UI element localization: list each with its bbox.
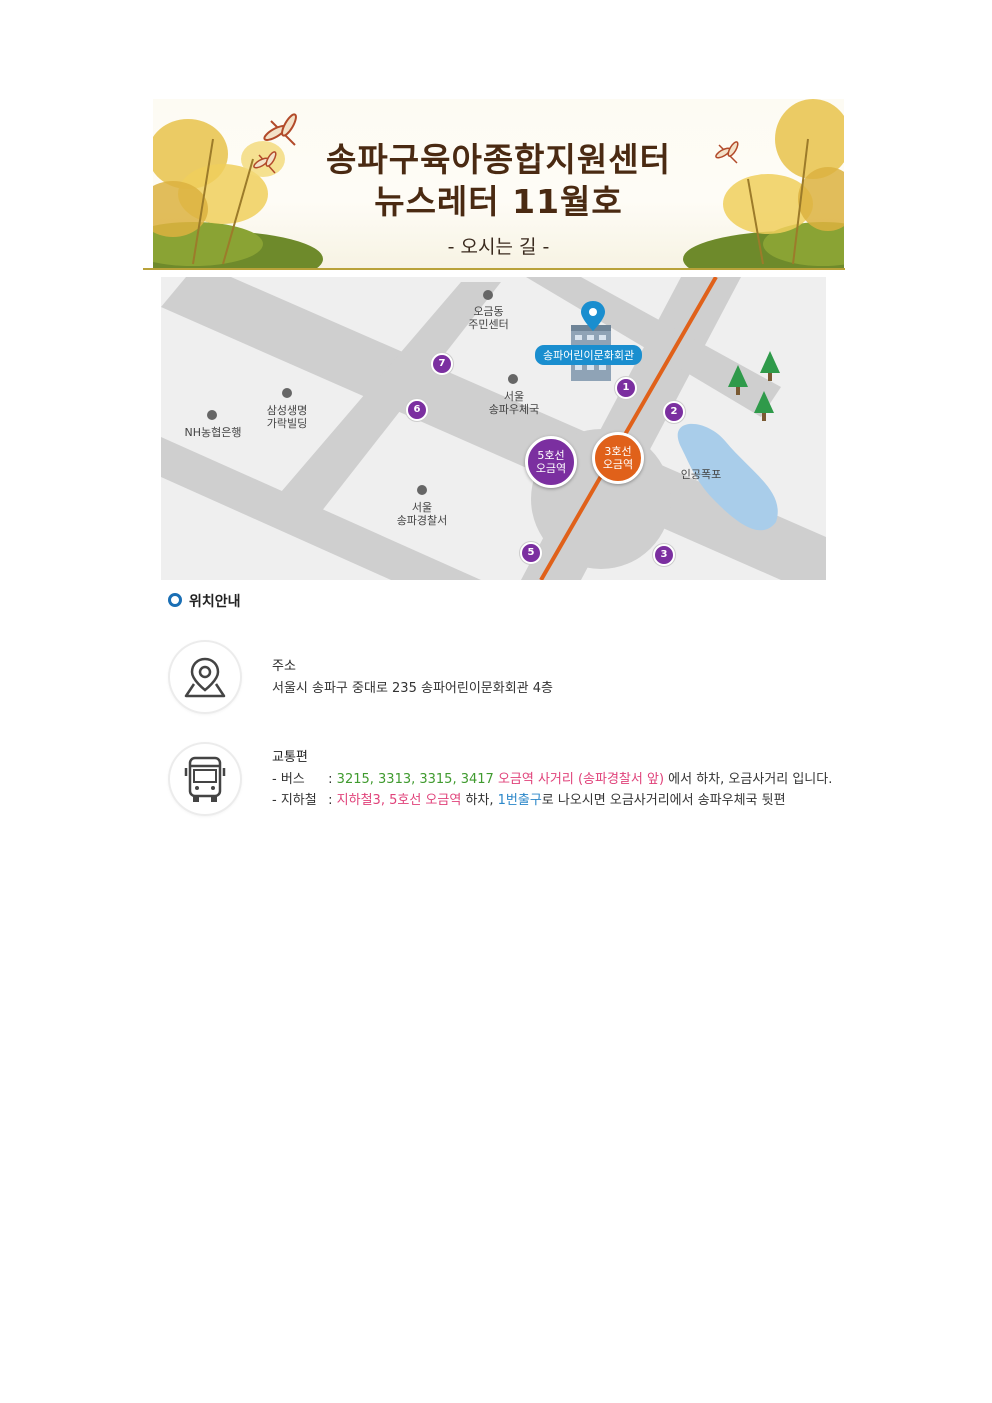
label-post-office: 서울 송파우체국 bbox=[488, 390, 540, 416]
label-police-station: 서울 송파경찰서 bbox=[396, 501, 448, 527]
bus-rest: 에서 하차, 오금사거리 입니다. bbox=[668, 772, 833, 787]
exit-marker: 6 bbox=[406, 399, 428, 421]
map-dot bbox=[282, 388, 292, 398]
banner-title-line1: 송파구육아종합지원센터 bbox=[326, 140, 671, 179]
bus-sep: : bbox=[328, 772, 333, 787]
building-label: 송파어린이문화회관 bbox=[535, 345, 643, 365]
transit-title: 교통편 bbox=[272, 750, 308, 765]
address-title: 주소 bbox=[272, 659, 296, 674]
subway-rest: 로 나오시면 오금사거리에서 송파우체국 뒷편 bbox=[541, 793, 786, 808]
exit-marker: 2 bbox=[663, 401, 685, 423]
banner-title-line2: 뉴스레터 11월호 bbox=[374, 182, 623, 221]
newsletter-banner: 송파구육아종합지원센터 뉴스레터 11월호 - 오시는 길 - bbox=[153, 99, 844, 269]
subway-row: - 지하철 : 지하철3, 5호선 오금역 하차, 1번출구로 나오시면 오금사… bbox=[272, 789, 786, 808]
station-line5: 5호선 오금역 bbox=[525, 436, 577, 488]
label-community-center: 오금동 주민센터 bbox=[468, 305, 509, 331]
map-pin-icon bbox=[170, 642, 240, 712]
tree-icon bbox=[760, 351, 780, 381]
subway-exit: 1번출구 bbox=[497, 793, 542, 808]
bus-stop: 오금역 사거리 (송파경찰서 앞) bbox=[497, 772, 665, 787]
label-samsung-building: 삼성생명 가락빌딩 bbox=[266, 404, 308, 430]
map-dot bbox=[207, 410, 217, 420]
exit-marker: 7 bbox=[431, 353, 453, 375]
subway-label: - 지하철 bbox=[272, 793, 317, 808]
exit-marker: 1 bbox=[615, 377, 637, 399]
subway-sep: : bbox=[328, 793, 333, 808]
map-dot bbox=[483, 290, 493, 300]
bus-label: - 버스 bbox=[272, 772, 305, 787]
station-line3: 3호선 오금역 bbox=[592, 432, 644, 484]
section-bullet-icon bbox=[168, 593, 182, 607]
label-waterfall: 인공폭포 bbox=[680, 468, 722, 481]
location-map: 오금동 주민센터 송파어린이문화회관 서울 송파우체국 삼성생명 가락빌딩 NH… bbox=[161, 277, 826, 580]
bus-routes: 3215, 3313, 3315, 3417 bbox=[336, 772, 494, 787]
exit-marker: 5 bbox=[520, 542, 542, 564]
map-dot bbox=[508, 374, 518, 384]
banner-divider bbox=[143, 268, 845, 270]
subway-mid: 하차, bbox=[465, 793, 494, 808]
map-dot bbox=[417, 485, 427, 495]
address-text: 서울시 송파구 중대로 235 송파어린이문화회관 4층 bbox=[272, 681, 553, 696]
subway-lines: 지하철3, 5호선 오금역 bbox=[336, 793, 462, 808]
section-title: 위치안내 bbox=[189, 594, 241, 610]
exit-marker: 3 bbox=[653, 544, 675, 566]
label-nh-bank: NH농협은행 bbox=[184, 426, 242, 439]
bus-row: - 버스 : 3215, 3313, 3315, 3417 오금역 사거리 (송… bbox=[272, 768, 832, 787]
bus-icon bbox=[170, 744, 240, 814]
banner-subtitle: - 오시는 길 - bbox=[447, 236, 550, 258]
